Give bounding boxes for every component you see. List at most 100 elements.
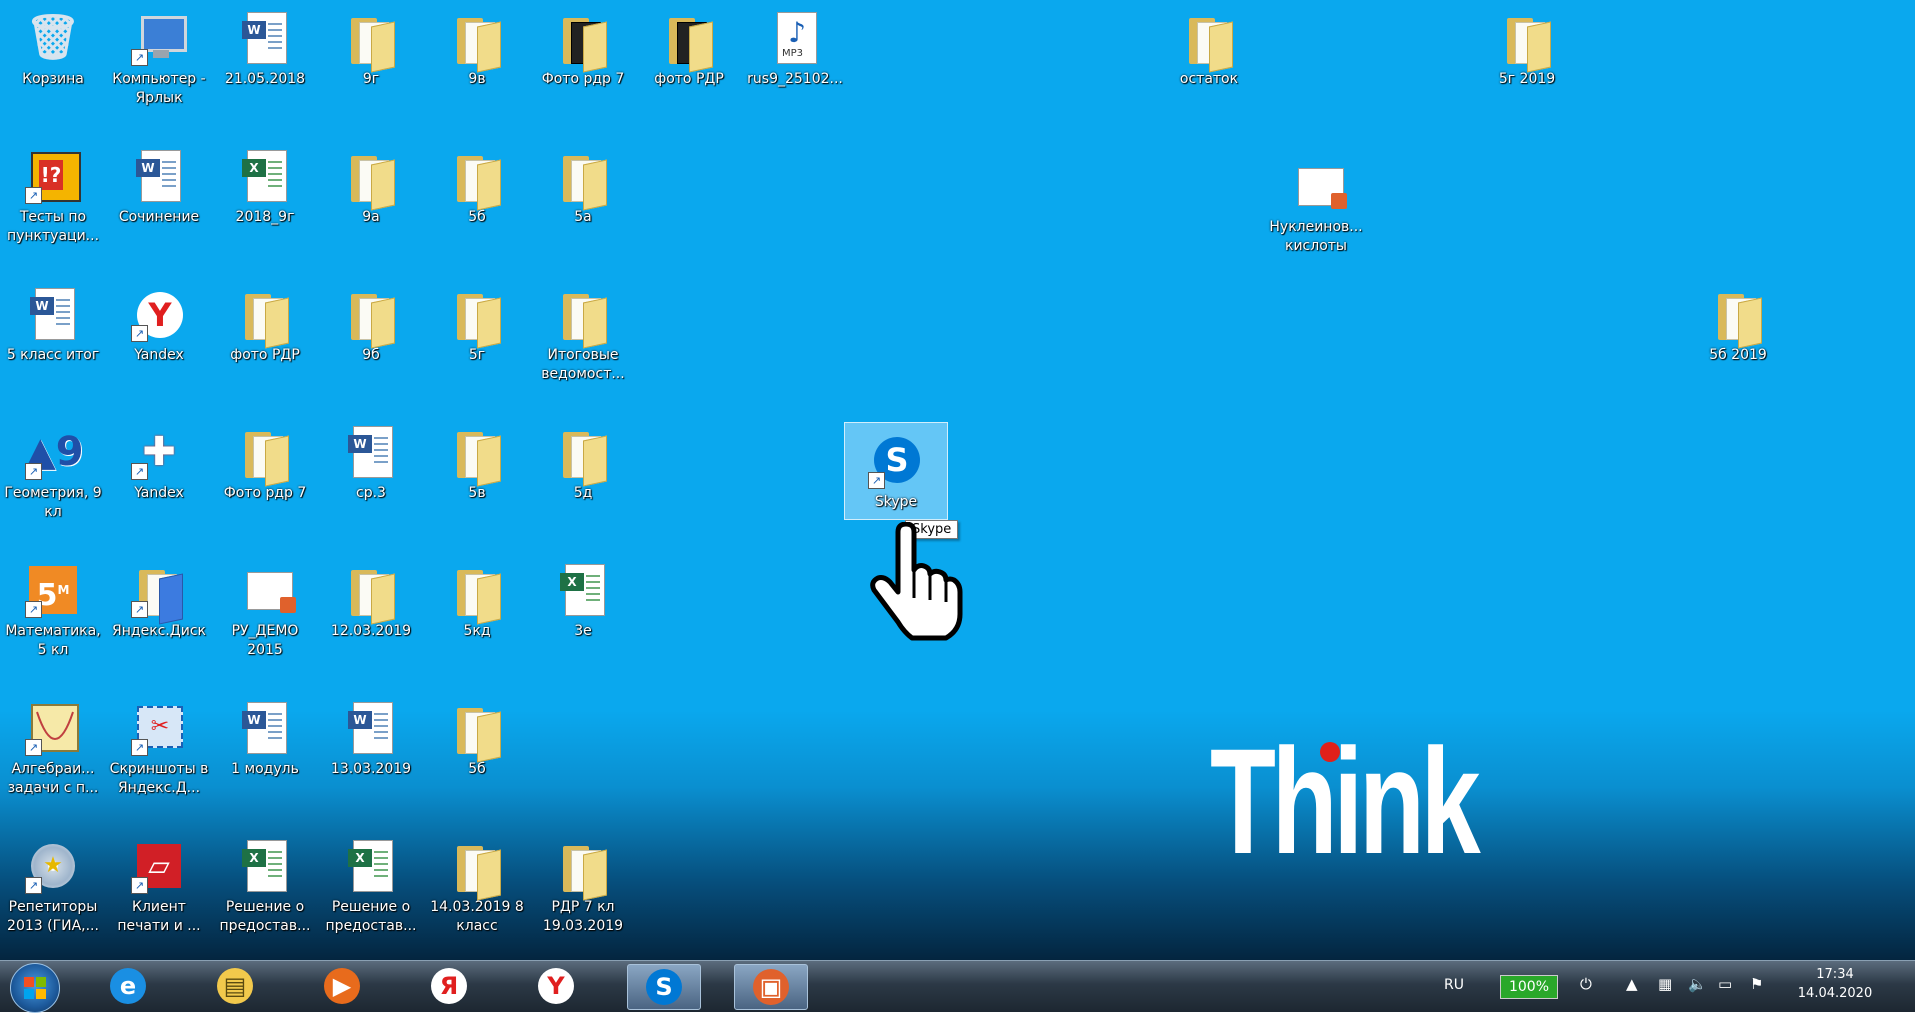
desktop-icon[interactable]: X Решение о предостав...: [212, 828, 318, 958]
excel-icon: X: [555, 562, 611, 618]
taskbar-button[interactable]: Я: [413, 964, 485, 1008]
desktop-icon[interactable]: !? ↗ Тесты по пунктуаци...: [0, 138, 106, 268]
desktop-icon[interactable]: 9г: [318, 0, 424, 130]
desktop-icon[interactable]: фото РДР: [212, 276, 318, 406]
taskbar-button[interactable]: Y: [520, 964, 592, 1008]
desktop-icon[interactable]: 5б: [424, 690, 530, 820]
desktop-icon[interactable]: W 5 класс итог: [0, 276, 106, 406]
desktop-icon[interactable]: Y ↗ Yandex: [106, 276, 212, 406]
desktop-icon[interactable]: Нуклеинов... кислоты: [1263, 148, 1369, 278]
taskbar-button[interactable]: ▶: [306, 964, 378, 1008]
desktop-icon[interactable]: Wср.3: [318, 414, 424, 544]
language-indicator[interactable]: RU: [1444, 977, 1464, 993]
clock-time: 17:34: [1816, 967, 1854, 982]
volume-icon[interactable]: 🔈: [1688, 975, 1707, 993]
desktop-icon[interactable]: 14.03.2019 8 класс: [424, 828, 530, 958]
desktop-icon-label: 5б: [468, 761, 486, 777]
desktop-icon[interactable]: 🗑 Корзина: [0, 0, 106, 130]
desktop-icon[interactable]: W Сочинениe: [106, 138, 212, 268]
desktop-icon[interactable]: 5г: [424, 276, 530, 406]
show-hidden-icons-icon[interactable]: ▲: [1626, 975, 1638, 993]
network-icon[interactable]: ▦: [1658, 975, 1672, 993]
shortcut-arrow-icon: ↗: [868, 472, 885, 489]
desktop-icon-label: 21.05.2018: [224, 71, 306, 87]
desktop-icon-label: Геометрия, 9 кл: [4, 485, 102, 520]
folder-dark-icon: [555, 10, 611, 73]
power-plug-icon[interactable]: ⏻: [1580, 975, 1592, 993]
shortcut-arrow-icon: ↗: [131, 601, 148, 618]
battery-indicator[interactable]: 100%: [1500, 975, 1558, 999]
desktop-icon[interactable]: 5а: [530, 138, 636, 268]
desktop-icon[interactable]: 5M ↗ Математика, 5 кл: [0, 552, 106, 682]
desktop-icon[interactable]: остаток: [1156, 0, 1262, 130]
excel-icon: X: [343, 838, 399, 894]
windows-orb-icon: [24, 977, 46, 999]
desktop-icon[interactable]: ↗ Яндекс.Диск: [106, 552, 212, 682]
desktop-icon[interactable]: S ↗ Skype: [844, 422, 948, 520]
desktop-icon[interactable]: 5б: [424, 138, 530, 268]
folder-icon: [449, 286, 505, 349]
shortcut-arrow-icon: ↗: [25, 877, 42, 894]
taskbar-button[interactable]: e: [92, 964, 164, 1008]
desktop-icon[interactable]: ▲9 ↗ Геометрия, 9 кл: [0, 414, 106, 544]
desktop-icon[interactable]: 9б: [318, 276, 424, 406]
clock[interactable]: 17:34 14.04.2020: [1790, 965, 1880, 1003]
desktop-icon[interactable]: ↗ Компьютер - Ярлык: [106, 0, 212, 130]
desktop-icon-label: 9а: [362, 209, 380, 225]
desktop-icon[interactable]: Итоговые ведомост...: [530, 276, 636, 406]
taskbar-button[interactable]: ▤: [199, 964, 271, 1008]
word-icon: W: [343, 700, 399, 756]
desktop-icon-label: 9б: [362, 347, 380, 363]
desktop-icon[interactable]: W 13.03.2019: [318, 690, 424, 820]
desktop-icon-label: 9г: [362, 71, 380, 87]
desktop-icon[interactable]: X 3е: [530, 552, 636, 682]
desktop-icon-label: РДР 7 кл 19.03.2019: [542, 899, 624, 934]
folder-icon: [1181, 10, 1237, 73]
yadisk-icon: ↗: [131, 562, 187, 625]
recycle-icon: 🗑: [25, 12, 81, 63]
desktop[interactable]: Think 🗑 Корзина ↗ Компьютер - Ярлык W 21.05.2…: [0, 0, 1915, 960]
desktop-icon[interactable]: Фото рдр 7: [530, 0, 636, 130]
screenshot-icon: ✂ ↗: [131, 700, 187, 756]
word-icon: W: [237, 700, 293, 756]
display-icon[interactable]: ▭: [1718, 975, 1732, 993]
desktop-icon[interactable]: 5в: [424, 414, 530, 544]
yandex-box-icon: ✚ ↗: [131, 424, 187, 480]
desktop-icon[interactable]: фото РДР: [636, 0, 742, 130]
shortcut-arrow-icon: ↗: [131, 325, 148, 342]
taskbar-button[interactable]: ▣: [734, 964, 808, 1010]
desktop-icon[interactable]: РУ_ДЕМО 2015: [212, 552, 318, 682]
taskbar-button[interactable]: S: [627, 964, 701, 1010]
start-button[interactable]: [10, 963, 60, 1013]
desktop-icon[interactable]: РДР 7 кл 19.03.2019: [530, 828, 636, 958]
desktop-icon[interactable]: X 2018_9г: [212, 138, 318, 268]
desktop-icon[interactable]: 5кд: [424, 552, 530, 682]
desktop-icon-label: Корзина: [22, 71, 84, 87]
desktop-icon[interactable]: 12.03.2019: [318, 552, 424, 682]
desktop-icon[interactable]: ♪ MP3 rus9_25102...: [742, 0, 848, 130]
desktop-icon[interactable]: ✚ ↗ Yandex: [106, 414, 212, 544]
desktop-icon[interactable]: ★ ↗ Репетиторы 2013 (ГИА,...: [0, 828, 106, 958]
desktop-icon[interactable]: 5г 2019: [1474, 0, 1580, 130]
desktop-icon[interactable]: X Решение о предостав...: [318, 828, 424, 958]
desktop-icon[interactable]: 9а: [318, 138, 424, 268]
desktop-icon[interactable]: 5б 2019: [1685, 276, 1791, 406]
shortcut-arrow-icon: ↗: [25, 463, 42, 480]
desktop-icon[interactable]: Фото рдр 7: [212, 414, 318, 544]
desktop-icon[interactable]: ✂ ↗ Скриншоты в Яндекс.Д...: [106, 690, 212, 820]
desktop-icon-label: 5кд: [463, 623, 491, 639]
desktop-icon[interactable]: ↗ Алгебраи... задачи с п...: [0, 690, 106, 820]
desktop-icon[interactable]: 9в: [424, 0, 530, 130]
folder-icon: [1499, 10, 1555, 73]
desktop-icon[interactable]: W 1 модуль: [212, 690, 318, 820]
desktop-icon-label: Yandex: [134, 485, 184, 501]
desktop-icon[interactable]: W 21.05.2018: [212, 0, 318, 130]
desktop-icon[interactable]: 5д: [530, 414, 636, 544]
action-center-flag-icon[interactable]: ⚑: [1750, 975, 1763, 993]
desktop-icon-label: Клиент печати и ...: [117, 899, 201, 934]
desktop-icon-label: остаток: [1179, 71, 1239, 87]
desktop-icon[interactable]: ▱ ↗ Клиент печати и ...: [106, 828, 212, 958]
presentation-icon: [1288, 158, 1347, 214]
word-icon: W: [343, 424, 399, 480]
excel-icon: X: [237, 148, 293, 204]
